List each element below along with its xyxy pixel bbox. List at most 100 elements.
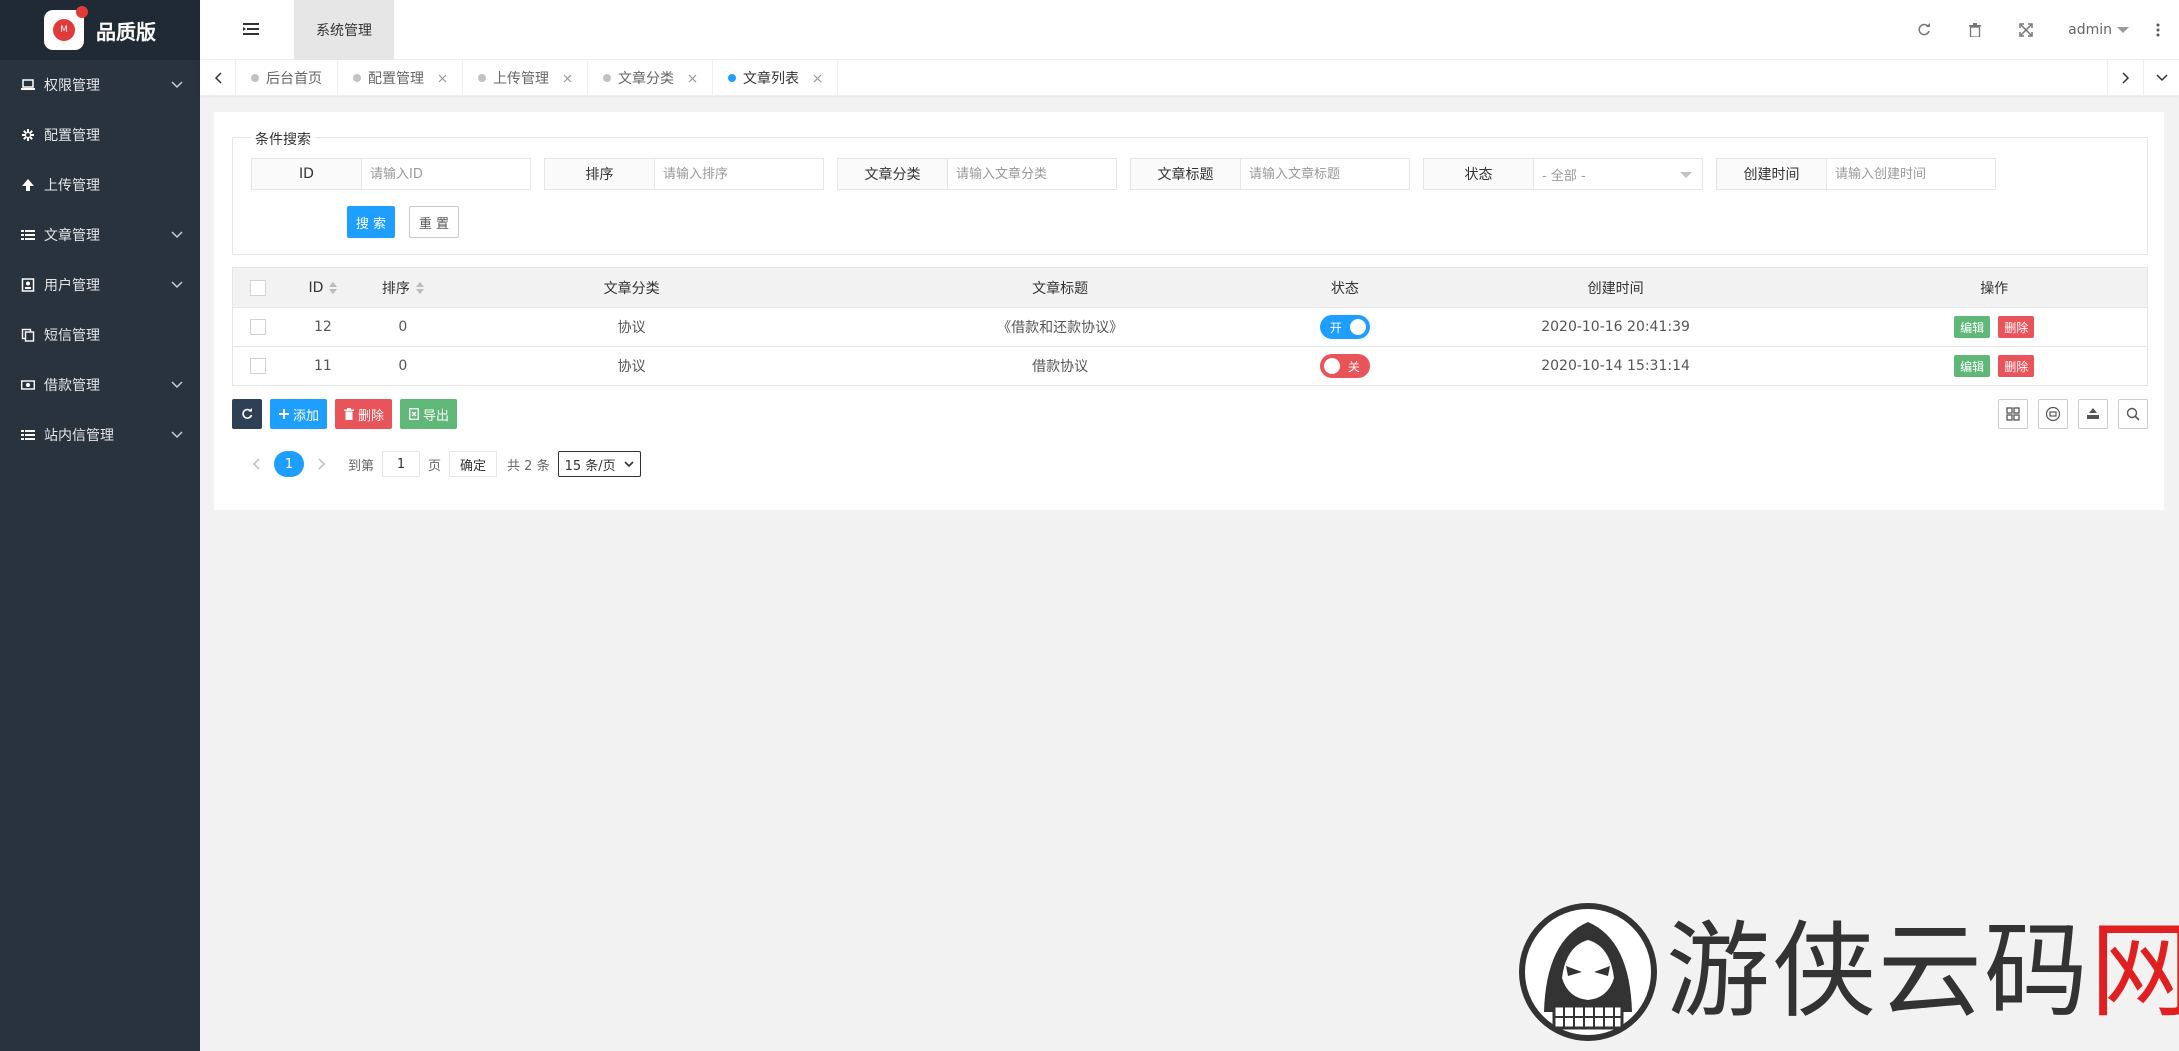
sidebar-item-label: 配置管理 xyxy=(44,128,100,144)
cell-category: 协议 xyxy=(617,359,646,375)
status-select[interactable]: - 全部 - xyxy=(1533,158,1703,190)
chevron-down-icon[interactable] xyxy=(2143,60,2179,96)
refresh-icon[interactable] xyxy=(1915,21,1933,39)
columns-filter-button[interactable] xyxy=(1998,399,2028,429)
print-button[interactable] xyxy=(2038,399,2068,429)
sidebar-item-permissions[interactable]: 权限管理 xyxy=(0,60,200,110)
logo-badge-icon: M xyxy=(44,6,88,50)
id-input[interactable] xyxy=(361,158,531,190)
sidebar-item-label: 上传管理 xyxy=(44,178,100,194)
delete-button[interactable]: 删除 xyxy=(1998,316,2035,338)
chevron-left-icon[interactable] xyxy=(200,60,236,96)
column-label: 排序 xyxy=(381,280,410,297)
sort-icon[interactable] xyxy=(415,281,424,294)
sort-icon[interactable] xyxy=(329,281,338,294)
goto-confirm-button[interactable]: 确定 xyxy=(449,451,498,477)
caret-down-icon xyxy=(2117,27,2129,33)
header-tab-system[interactable]: 系统管理 xyxy=(294,0,394,60)
refresh-button[interactable] xyxy=(232,399,262,429)
trash-icon xyxy=(343,408,355,420)
column-label: ID xyxy=(308,279,324,296)
chevron-down-icon xyxy=(624,460,634,468)
laptop-icon xyxy=(20,77,36,93)
plus-icon xyxy=(278,408,290,420)
close-icon[interactable] xyxy=(562,73,572,83)
tab-config[interactable]: 配置管理 xyxy=(338,60,463,96)
export-icon xyxy=(2085,406,2101,422)
chevron-right-icon[interactable] xyxy=(2107,60,2143,96)
header-checkbox-cell xyxy=(233,268,283,307)
edit-button[interactable]: 编辑 xyxy=(1954,355,1991,377)
export-button[interactable]: 导出 xyxy=(400,399,458,429)
tab-upload[interactable]: 上传管理 xyxy=(463,60,588,96)
more-vertical-icon[interactable] xyxy=(2155,22,2161,38)
status-toggle[interactable]: 关 xyxy=(1319,354,1370,378)
add-button[interactable]: 添加 xyxy=(270,399,328,429)
status-toggle[interactable]: 开 xyxy=(1319,315,1370,339)
title-input[interactable] xyxy=(1240,158,1410,190)
tab-label: 配置管理 xyxy=(368,71,424,87)
close-icon[interactable] xyxy=(687,73,697,83)
created-time-input[interactable] xyxy=(1826,158,1996,190)
fullscreen-icon[interactable] xyxy=(2017,21,2035,39)
search-button[interactable]: 搜 索 xyxy=(347,206,395,238)
file-export-icon xyxy=(408,408,420,420)
row-checkbox[interactable] xyxy=(249,358,266,374)
tab-category[interactable]: 文章分类 xyxy=(588,60,713,96)
prev-page-icon[interactable] xyxy=(248,456,264,472)
list-icon xyxy=(20,427,36,443)
column-header-id[interactable]: ID xyxy=(283,268,363,307)
list-icon xyxy=(20,227,36,243)
next-page-icon[interactable] xyxy=(314,456,330,472)
menu-toggle-icon[interactable] xyxy=(242,20,260,38)
column-header-sort[interactable]: 排序 xyxy=(363,268,443,307)
export-data-button[interactable] xyxy=(2078,399,2108,429)
table-tools xyxy=(1988,399,2148,429)
toggle-label: 关 xyxy=(1347,359,1360,374)
search-toggle-button[interactable] xyxy=(2118,399,2148,429)
chevron-down-icon xyxy=(166,77,188,93)
sort-input[interactable] xyxy=(654,158,824,190)
edit-button[interactable]: 编辑 xyxy=(1954,316,1991,338)
watermark-red: 网 xyxy=(2090,910,2179,1032)
goto-page-input[interactable] xyxy=(382,451,421,477)
tab-home[interactable]: 后台首页 xyxy=(236,60,338,96)
select-all-checkbox[interactable] xyxy=(249,279,266,296)
tab-article-list[interactable]: 文章列表 xyxy=(713,60,838,96)
user-name: admin xyxy=(2068,22,2112,38)
columns-icon xyxy=(2005,406,2021,422)
status-select-value: - 全部 - xyxy=(1542,168,1586,184)
user-menu[interactable]: admin xyxy=(2068,22,2129,38)
batch-delete-button[interactable]: 删除 xyxy=(335,399,393,429)
column-header-title: 文章标题 xyxy=(1032,280,1089,297)
reset-button[interactable]: 重 置 xyxy=(409,206,459,238)
column-header-status: 状态 xyxy=(1330,280,1359,297)
category-input[interactable] xyxy=(947,158,1117,190)
tab-label: 文章列表 xyxy=(743,71,799,87)
watermark-main: 游侠云码 xyxy=(1666,910,2091,1032)
sidebar-item-config[interactable]: 配置管理 xyxy=(0,110,200,160)
sidebar-item-upload[interactable]: 上传管理 xyxy=(0,160,200,210)
toggle-knob xyxy=(1349,319,1366,335)
cell-status: 开 xyxy=(1300,308,1390,346)
trash-icon[interactable] xyxy=(1966,21,1984,39)
sidebar-item-label: 权限管理 xyxy=(44,78,100,94)
row-checkbox[interactable] xyxy=(249,319,266,335)
close-icon[interactable] xyxy=(437,73,447,83)
column-header-category: 文章分类 xyxy=(603,280,660,297)
tab-label: 文章分类 xyxy=(618,71,674,87)
sidebar-item-label: 站内信管理 xyxy=(44,428,114,444)
sidebar-item-articles[interactable]: 文章管理 xyxy=(0,210,200,260)
sidebar-item-users[interactable]: 用户管理 xyxy=(0,260,200,310)
upload-arrow-icon xyxy=(20,177,36,193)
sidebar-item-label: 用户管理 xyxy=(44,278,100,294)
logo-area[interactable]: M 品质版 xyxy=(0,0,200,60)
close-icon[interactable] xyxy=(812,73,822,83)
current-page[interactable]: 1 xyxy=(274,451,304,477)
per-page-select[interactable]: 15 条/页 xyxy=(557,451,641,477)
sidebar-item-messages[interactable]: 站内信管理 xyxy=(0,410,200,460)
sidebar-item-loans[interactable]: 借款管理 xyxy=(0,360,200,410)
sidebar-item-sms[interactable]: 短信管理 xyxy=(0,310,200,360)
toggle-label: 开 xyxy=(1329,320,1342,335)
delete-button[interactable]: 删除 xyxy=(1998,355,2035,377)
